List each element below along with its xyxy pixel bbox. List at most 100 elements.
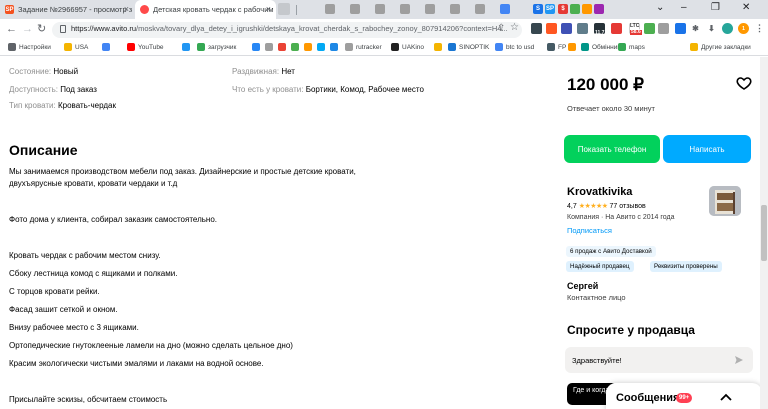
uakino-icon — [391, 43, 399, 51]
show-phone-button[interactable]: Показать телефон — [564, 135, 660, 163]
bookmark-icon-only[interactable] — [265, 43, 276, 51]
pinned-tab-icon[interactable] — [325, 4, 335, 14]
bookmark-icon — [568, 43, 576, 51]
maximize-icon[interactable]: ❐ — [711, 2, 720, 13]
contact-name: Сергей — [567, 281, 599, 291]
description-line: Сбоку лестница комод с ящиками и полками… — [9, 269, 178, 278]
extension-icon[interactable] — [561, 23, 572, 34]
pinned-tab-icon[interactable] — [475, 4, 485, 14]
bookmark-star-icon[interactable]: ☆ — [510, 22, 519, 34]
bookmark-icon-only[interactable] — [304, 43, 315, 51]
counter-badge-icon[interactable]: 1 — [738, 23, 749, 34]
extension-icon[interactable] — [531, 23, 542, 34]
pinned-tab-icon[interactable] — [500, 4, 510, 14]
close-tab-icon[interactable]: × — [124, 4, 129, 14]
bookmark-fp[interactable]: FP — [547, 43, 566, 51]
forward-icon[interactable]: → — [22, 23, 33, 35]
pinned-tab-icon[interactable]: SP — [545, 4, 555, 14]
url-text[interactable]: https://www.avito.ru/moskva/tovary_dlya_… — [71, 24, 508, 33]
bookmark-settings[interactable]: Настройки — [8, 43, 51, 51]
seller-name[interactable]: Krovatkivika — [567, 186, 632, 198]
extension-icon[interactable] — [658, 23, 669, 34]
tab-icon-grey[interactable] — [278, 3, 290, 15]
reliable-seller-badge: Надёжный продавец — [566, 261, 634, 272]
reload-icon[interactable]: ↻ — [37, 23, 46, 35]
exchange-icon — [581, 43, 589, 51]
tab-search-icon[interactable]: ⌄ — [656, 2, 664, 13]
bookmark-vk[interactable] — [252, 43, 263, 51]
bookmark-icon-only[interactable] — [317, 43, 328, 51]
seller-rating[interactable]: 4,7 ★★★★★ 77 отзывов — [567, 202, 646, 210]
close-tab-icon[interactable]: × — [266, 4, 271, 14]
description-line: Присылайте эскизы, обсчитаем стоимость — [9, 395, 168, 404]
bookmark-sinoptik[interactable]: SINOPTIK — [448, 43, 489, 51]
bookmark-youtube[interactable]: YouTube — [127, 43, 164, 51]
profile-avatar-icon[interactable] — [722, 23, 733, 34]
tab-avito[interactable]: Детская кровать чердак с рабочим × — [135, 0, 276, 19]
subscribe-link[interactable]: Подписаться — [567, 226, 612, 235]
bookmarks-bar: Настройки USA YouTube загрузчик rutracke… — [0, 41, 768, 56]
response-time: Отвечает около 30 минут — [567, 104, 655, 113]
minimize-icon[interactable]: – — [681, 2, 687, 13]
favorite-heart-icon[interactable] — [736, 75, 752, 91]
extension-icon[interactable] — [577, 23, 588, 34]
download-icon[interactable]: ⬇ — [706, 23, 717, 34]
pinned-tab-icon[interactable] — [570, 4, 580, 14]
ltc-value: 58.6 — [630, 29, 642, 35]
write-message-button[interactable]: Написать — [663, 135, 751, 163]
extension-icon[interactable] — [546, 23, 557, 34]
lock-icon[interactable] — [60, 25, 66, 33]
fp-icon — [547, 43, 555, 51]
google-icon — [495, 43, 503, 51]
extension-icon[interactable] — [644, 23, 655, 34]
pinned-tab-icon[interactable] — [375, 4, 385, 14]
menu-icon[interactable]: ⋮ — [754, 23, 765, 34]
pinned-tab-icon[interactable] — [350, 4, 360, 14]
contact-role: Контактное лицо — [567, 293, 626, 302]
pinned-tab-icon[interactable] — [594, 4, 604, 14]
detail-extendable: Раздвижная: Нет — [232, 67, 295, 76]
bookmark-exchanger[interactable]: Обмінник — [581, 43, 620, 51]
scrollbar[interactable] — [760, 57, 768, 409]
pinned-tab-icon[interactable]: $ — [558, 4, 568, 14]
settings-icon — [8, 43, 16, 51]
pinned-tab-icon[interactable] — [450, 4, 460, 14]
bookmark-usa[interactable]: USA — [64, 43, 88, 51]
bookmark-icon-only[interactable] — [182, 43, 193, 51]
bunk-bed-photo-icon — [709, 186, 741, 216]
bookmark-icon-only[interactable] — [291, 43, 302, 51]
description-line: Фасад зашит сеткой и окном. — [9, 305, 118, 314]
bookmark-rutracker[interactable]: rutracker — [331, 43, 382, 51]
bookmark-icon-only[interactable] — [102, 43, 113, 51]
pinned-tab-icon[interactable] — [582, 4, 592, 14]
back-icon[interactable]: ← — [6, 23, 17, 35]
bookmark-maps[interactable]: maps — [618, 43, 645, 51]
bookmark-icon-only[interactable] — [434, 43, 445, 51]
pinned-tab-icon[interactable] — [425, 4, 435, 14]
description-heading: Описание — [9, 142, 78, 158]
seller-avatar[interactable] — [709, 186, 741, 216]
messenger-panel[interactable]: Сообщения 99+ — [606, 383, 760, 409]
bookmark-btc[interactable]: btc to usd — [495, 43, 534, 51]
chevron-up-icon[interactable] — [719, 392, 733, 402]
bookmark-other[interactable]: Другие закладки — [690, 43, 751, 51]
pinned-tab-icon[interactable] — [400, 4, 410, 14]
pinned-tab-icon[interactable]: S — [533, 4, 543, 14]
bookmark-uakino[interactable]: UAKino — [391, 43, 424, 51]
puzzle-icon[interactable]: ✱ — [690, 23, 701, 34]
ask-seller-heading: Спросите у продавца — [567, 323, 695, 337]
send-icon[interactable] — [734, 355, 744, 365]
bookmark-icon-only[interactable] — [278, 43, 289, 51]
tab-task[interactable]: SP Задание №2966957 - просмотр з × — [0, 0, 134, 19]
avito-favicon-icon — [140, 5, 149, 14]
messenger-title: Сообщения — [616, 392, 680, 404]
extension-icon[interactable] — [675, 23, 686, 34]
scrollbar-thumb[interactable] — [761, 205, 767, 261]
seller-company-info: Компания · На Авито с 2014 года — [567, 214, 675, 221]
unread-badge: 99+ — [676, 393, 693, 403]
bookmark-icon — [434, 43, 442, 51]
close-window-icon[interactable]: ✕ — [742, 2, 750, 13]
bookmark-icon-only[interactable] — [568, 43, 579, 51]
extension-icon[interactable] — [611, 23, 622, 34]
bookmark-loader[interactable]: загрузчик — [197, 43, 236, 51]
